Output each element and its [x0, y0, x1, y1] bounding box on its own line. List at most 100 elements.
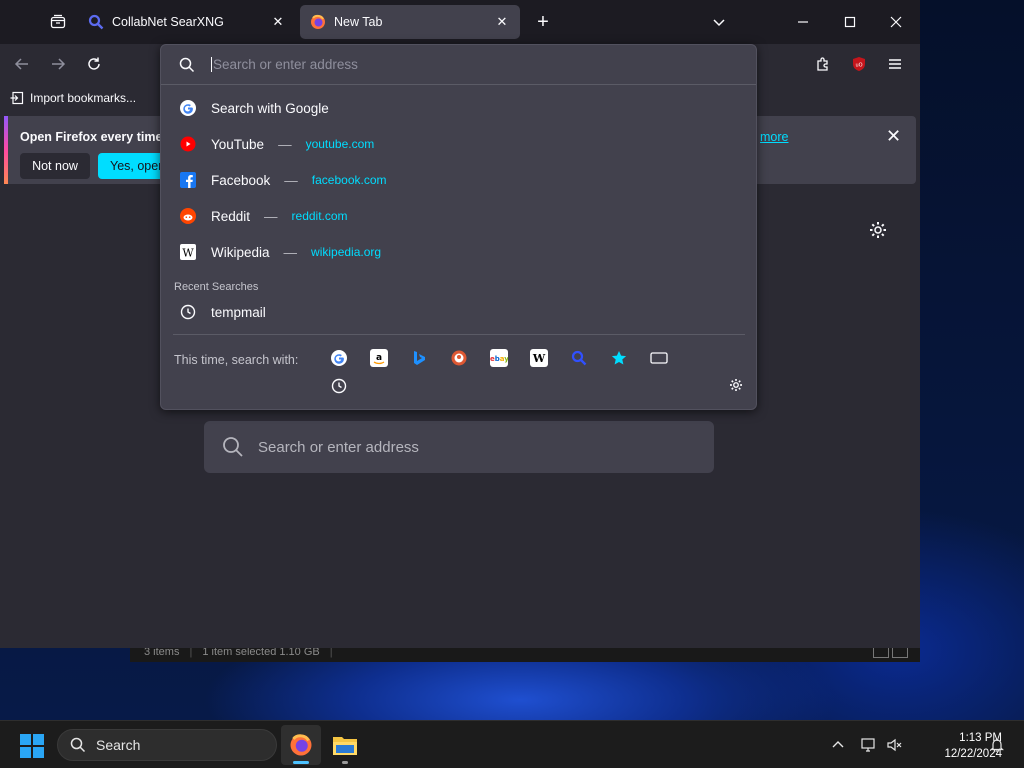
speaker-muted-icon: [887, 738, 902, 752]
content-search-placeholder: Search or enter address: [258, 438, 419, 456]
firefox-logo-icon: [311, 14, 325, 29]
recent-search-item[interactable]: tempmail: [173, 295, 745, 329]
forward-button[interactable]: [42, 48, 74, 80]
svg-text:W: W: [182, 247, 194, 260]
suggestion-url: youtube.com: [305, 137, 375, 151]
history-clock-icon: [179, 303, 197, 321]
import-icon: [10, 91, 24, 105]
search-with-google-row[interactable]: Search with Google: [173, 91, 745, 125]
svg-text:uO: uO: [855, 63, 862, 69]
start-button[interactable]: [20, 734, 44, 758]
not-now-button[interactable]: Not now: [20, 153, 90, 179]
tab-collabnet-searxng[interactable]: CollabNet SearXNG ✕: [78, 5, 296, 39]
wikipedia-icon: W: [179, 243, 197, 261]
address-bar-dropdown: Search with Google YouTube — youtube.com…: [160, 44, 757, 410]
reload-button[interactable]: [78, 48, 110, 80]
taskbar-file-explorer[interactable]: [325, 725, 365, 765]
minimize-button[interactable]: [780, 0, 826, 44]
close-notification-icon[interactable]: ✕: [886, 126, 901, 147]
suggestion-separator: —: [283, 244, 298, 260]
active-indicator: [293, 761, 309, 764]
suggestion-wikipedia[interactable]: W Wikipedia — wikipedia.org: [173, 235, 745, 269]
recent-searches-heading: Recent Searches: [174, 281, 259, 293]
close-window-button[interactable]: [873, 0, 919, 44]
tab-new-tab[interactable]: New Tab ✕: [300, 5, 520, 39]
taskbar-firefox[interactable]: [281, 725, 321, 765]
suggestion-title: Facebook: [211, 172, 271, 188]
bookmarks-icon[interactable]: [610, 349, 628, 367]
suggestion-separator: —: [264, 208, 278, 224]
wikipedia-icon[interactable]: W: [530, 349, 548, 367]
volume-tray-button[interactable]: [884, 721, 906, 768]
taskbar-search-label: Search: [96, 737, 141, 753]
address-bar: [161, 45, 756, 85]
list-all-tabs-button[interactable]: [696, 0, 742, 44]
one-offs-divider: [173, 334, 745, 335]
history-icon[interactable]: [330, 377, 348, 395]
amazon-icon[interactable]: a: [370, 349, 388, 367]
searxng-icon: [88, 14, 104, 30]
back-button[interactable]: [6, 48, 38, 80]
firefox-view-icon: [50, 14, 66, 29]
windows-logo-pane: [20, 747, 31, 758]
chevron-down-icon: [713, 19, 725, 27]
firefox-logo-icon: [290, 734, 312, 756]
reddit-icon: [179, 207, 197, 225]
firefox-view-button[interactable]: [42, 6, 74, 38]
folder-icon: [333, 737, 357, 755]
suggestion-youtube[interactable]: YouTube — youtube.com: [173, 127, 745, 161]
learn-more-link[interactable]: more: [760, 130, 788, 144]
notifications-button[interactable]: [986, 721, 1008, 768]
bing-icon[interactable]: [410, 349, 428, 367]
address-input[interactable]: [211, 57, 691, 72]
forward-arrow-icon: [52, 58, 66, 70]
suggestion-url: facebook.com: [311, 173, 387, 187]
tab-title: New Tab: [334, 15, 383, 29]
taskbar-search-box[interactable]: Search: [57, 729, 277, 761]
svg-text:ebay: ebay: [490, 355, 508, 363]
running-indicator: [342, 761, 348, 764]
close-icon: [890, 16, 902, 28]
import-bookmarks-link[interactable]: Import bookmarks...: [30, 91, 136, 105]
ublock-shield-icon: uO: [853, 57, 865, 71]
firefox-window: CollabNet SearXNG ✕ New Tab ✕ + uO Impor…: [0, 0, 920, 648]
suggestion-facebook[interactable]: Facebook — facebook.com: [173, 163, 745, 197]
gear-icon: [730, 379, 742, 391]
google-icon[interactable]: [330, 349, 348, 367]
close-tab-icon[interactable]: ✕: [270, 14, 286, 30]
notification-message: Open Firefox every time y: [20, 130, 173, 144]
maximize-button[interactable]: [827, 0, 873, 44]
suggestion-title: Reddit: [211, 208, 251, 224]
new-tab-button[interactable]: +: [528, 7, 558, 37]
hamburger-menu-icon: [889, 59, 901, 69]
page-settings-button[interactable]: [866, 218, 890, 242]
recent-search-text: tempmail: [211, 304, 266, 320]
windows-logo-pane: [33, 747, 44, 758]
search-with-google-label: Search with Google: [211, 100, 329, 116]
reload-icon: [88, 57, 100, 70]
search-icon: [70, 737, 86, 753]
tab-title: CollabNet SearXNG: [112, 15, 224, 29]
one-offs-label: This time, search with:: [174, 353, 299, 367]
extensions-button[interactable]: [807, 48, 839, 80]
ublock-origin-button[interactable]: uO: [843, 48, 875, 80]
network-tray-button[interactable]: [858, 721, 880, 768]
windows-logo-pane: [20, 734, 31, 745]
app-menu-button[interactable]: [879, 48, 911, 80]
searxng-icon[interactable]: [570, 349, 588, 367]
show-hidden-icons-button[interactable]: [826, 721, 850, 768]
content-search-box[interactable]: Search or enter address: [204, 421, 714, 473]
svg-text:a: a: [376, 353, 382, 363]
puzzle-icon: [817, 57, 828, 71]
suggestion-title: Wikipedia: [211, 244, 270, 260]
svg-text:W: W: [532, 352, 546, 365]
suggestion-reddit[interactable]: Reddit — reddit.com: [173, 199, 745, 233]
duckduckgo-icon[interactable]: [450, 349, 468, 367]
gear-icon: [870, 222, 886, 238]
tabs-icon[interactable]: [650, 349, 668, 367]
ebay-icon[interactable]: ebay: [490, 349, 508, 367]
suggestion-separator: —: [278, 136, 292, 152]
search-settings-button[interactable]: [727, 376, 745, 394]
google-icon: [179, 99, 197, 117]
close-tab-icon[interactable]: ✕: [494, 14, 510, 30]
